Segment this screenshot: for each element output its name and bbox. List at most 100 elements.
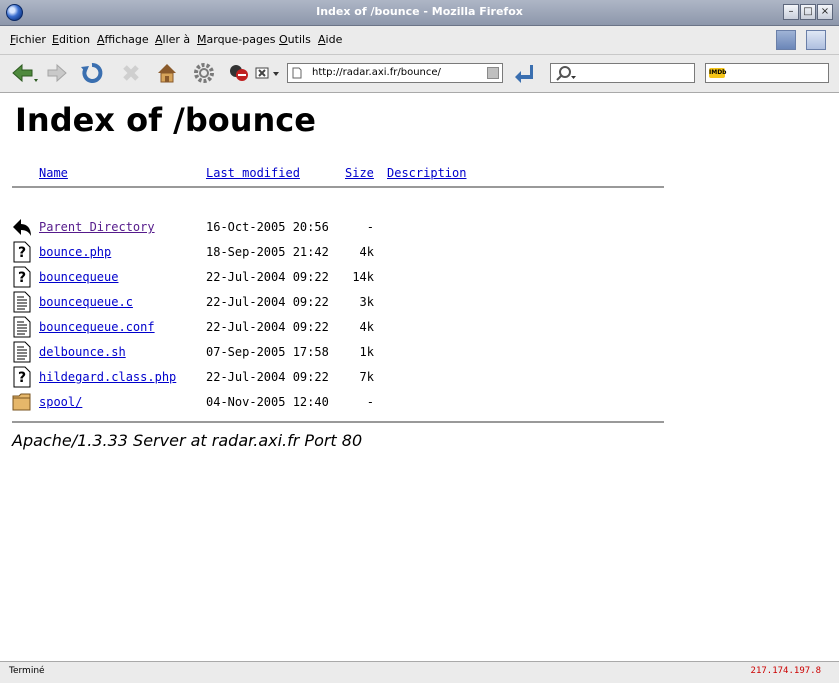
window-title-bar: Index of /bounce - Mozilla Firefox – □ ×: [0, 0, 839, 26]
row-size: -: [366, 220, 374, 234]
go-button[interactable]: [512, 61, 536, 85]
file-link[interactable]: bouncequeue.conf: [39, 320, 155, 334]
url-dropdown-button[interactable]: [487, 67, 499, 79]
home-button[interactable]: [155, 61, 179, 85]
menu-aller-a-accel: A: [155, 33, 163, 46]
stop-button[interactable]: [119, 61, 143, 85]
svg-text:?: ?: [18, 370, 26, 386]
text-file-icon: [13, 316, 31, 338]
close-tab-dropdown-button[interactable]: [253, 61, 283, 85]
row-size: 4k: [359, 245, 374, 259]
table-row: ? bouncequeue 22-Jul-2004 09:22 14k: [0, 266, 700, 292]
row-size: 4k: [359, 320, 374, 334]
file-link[interactable]: delbounce.sh: [39, 345, 126, 359]
menu-fichier[interactable]: Fichier: [10, 33, 46, 46]
menu-marque-pages-accel: M: [197, 33, 207, 46]
svg-text:?: ?: [18, 270, 26, 286]
folder-icon: [12, 393, 31, 411]
file-link[interactable]: hildegard.class.php: [39, 370, 176, 384]
menu-aide[interactable]: Aide: [318, 33, 342, 46]
menu-marque-pages-label: arque-pages: [206, 33, 276, 46]
adblock-button[interactable]: [227, 61, 251, 85]
status-bar: Terminé 217.174.197.8: [0, 661, 839, 683]
menu-affichage-label: ffichage: [104, 33, 149, 46]
table-row: bouncequeue.c 22-Jul-2004 09:22 3k: [0, 291, 700, 317]
menu-bar: Fichier Edition Affichage Aller à Marque…: [0, 26, 839, 55]
menu-marque-pages[interactable]: Marque-pages: [197, 33, 275, 46]
maximize-button[interactable]: □: [800, 4, 816, 20]
minimize-button[interactable]: –: [783, 4, 799, 20]
header-divider: [12, 186, 664, 188]
file-link[interactable]: bouncequeue.c: [39, 295, 133, 309]
imdb-logo-icon: IMDb: [709, 68, 727, 78]
row-date: 18-Sep-2005 21:42: [206, 245, 329, 259]
table-row: ? hildegard.class.php 22-Jul-2004 09:22 …: [0, 366, 700, 392]
go-arrow-icon: [515, 65, 533, 83]
row-date: 16-Oct-2005 20:56: [206, 220, 329, 234]
unknown-file-icon: ?: [13, 366, 31, 388]
menu-outils[interactable]: Outils: [279, 33, 311, 46]
reload-button[interactable]: [80, 61, 104, 85]
page-icon: [292, 67, 302, 79]
sort-by-size-link[interactable]: Size: [345, 166, 374, 180]
row-size: -: [366, 395, 374, 409]
server-signature: Apache/1.3.33 Server at radar.axi.fr Por…: [12, 431, 363, 450]
row-date: 22-Jul-2004 09:22: [206, 320, 329, 334]
text-file-icon: [13, 341, 31, 363]
navigation-toolbar: http://radar.axi.fr/bounce/ IMDb: [0, 55, 839, 93]
row-date: 22-Jul-2004 09:22: [206, 270, 329, 284]
page-content: Index of /bounce Name Last modified Size…: [0, 93, 839, 661]
search-input[interactable]: [550, 63, 695, 83]
stop-icon: [123, 65, 139, 81]
footer-divider: [12, 421, 664, 423]
menu-edition-label: dition: [58, 33, 91, 46]
search-icon: [556, 66, 576, 81]
home-icon: [158, 64, 176, 83]
text-file-icon: [13, 291, 31, 313]
menu-edition[interactable]: Edition: [52, 33, 90, 46]
row-date: 22-Jul-2004 09:22: [206, 295, 329, 309]
menu-aller-a[interactable]: Aller à: [155, 33, 190, 46]
menu-aide-label: ide: [325, 33, 343, 46]
folder-link[interactable]: spool/: [39, 395, 82, 409]
x-dropdown-icon: [255, 67, 279, 79]
back-arrow-icon: [12, 63, 38, 83]
window-title: Index of /bounce - Mozilla Firefox: [316, 5, 523, 18]
table-row: Parent Directory 16-Oct-2005 20:56 -: [0, 219, 700, 242]
sort-by-description-link[interactable]: Description: [387, 166, 466, 180]
parent-directory-link[interactable]: Parent Directory: [39, 220, 155, 234]
file-link[interactable]: bouncequeue: [39, 270, 118, 284]
menu-affichage[interactable]: Affichage: [97, 33, 149, 46]
settings-button[interactable]: [192, 61, 216, 85]
menu-outils-label: utils: [287, 33, 311, 46]
close-button[interactable]: ×: [817, 4, 833, 20]
table-row: bouncequeue.conf 22-Jul-2004 09:22 4k: [0, 316, 700, 342]
ip-address-indicator[interactable]: 217.174.197.8: [751, 666, 821, 676]
back-button[interactable]: [10, 61, 40, 85]
row-size: 3k: [359, 295, 374, 309]
url-text[interactable]: http://radar.axi.fr/bounce/: [312, 67, 482, 78]
forward-button[interactable]: [45, 61, 69, 85]
sort-by-name-link[interactable]: Name: [39, 166, 68, 180]
file-link[interactable]: bounce.php: [39, 245, 111, 259]
table-row: delbounce.sh 07-Sep-2005 17:58 1k: [0, 341, 700, 367]
extension-icon[interactable]: [776, 30, 796, 50]
status-text: Terminé: [9, 666, 45, 676]
unknown-file-icon: ?: [13, 241, 31, 263]
back-icon: [13, 219, 31, 236]
url-bar[interactable]: http://radar.axi.fr/bounce/: [287, 63, 503, 83]
menu-fichier-label: ichier: [15, 33, 46, 46]
new-tab-icon[interactable]: [806, 30, 826, 50]
menu-aller-a-label: ller à: [162, 33, 191, 46]
table-row: spool/ 04-Nov-2005 12:40 -: [0, 393, 700, 417]
menu-outils-accel: O: [279, 33, 288, 46]
menu-aide-accel: A: [318, 33, 326, 46]
sort-by-modified-link[interactable]: Last modified: [206, 166, 300, 180]
row-date: 07-Sep-2005 17:58: [206, 345, 329, 359]
unknown-file-icon: ?: [13, 266, 31, 288]
menu-edition-accel: E: [52, 33, 59, 46]
gear-icon: [194, 63, 214, 83]
row-size: 1k: [359, 345, 374, 359]
forward-arrow-icon: [47, 63, 67, 83]
imdb-search-input[interactable]: IMDb: [705, 63, 829, 83]
